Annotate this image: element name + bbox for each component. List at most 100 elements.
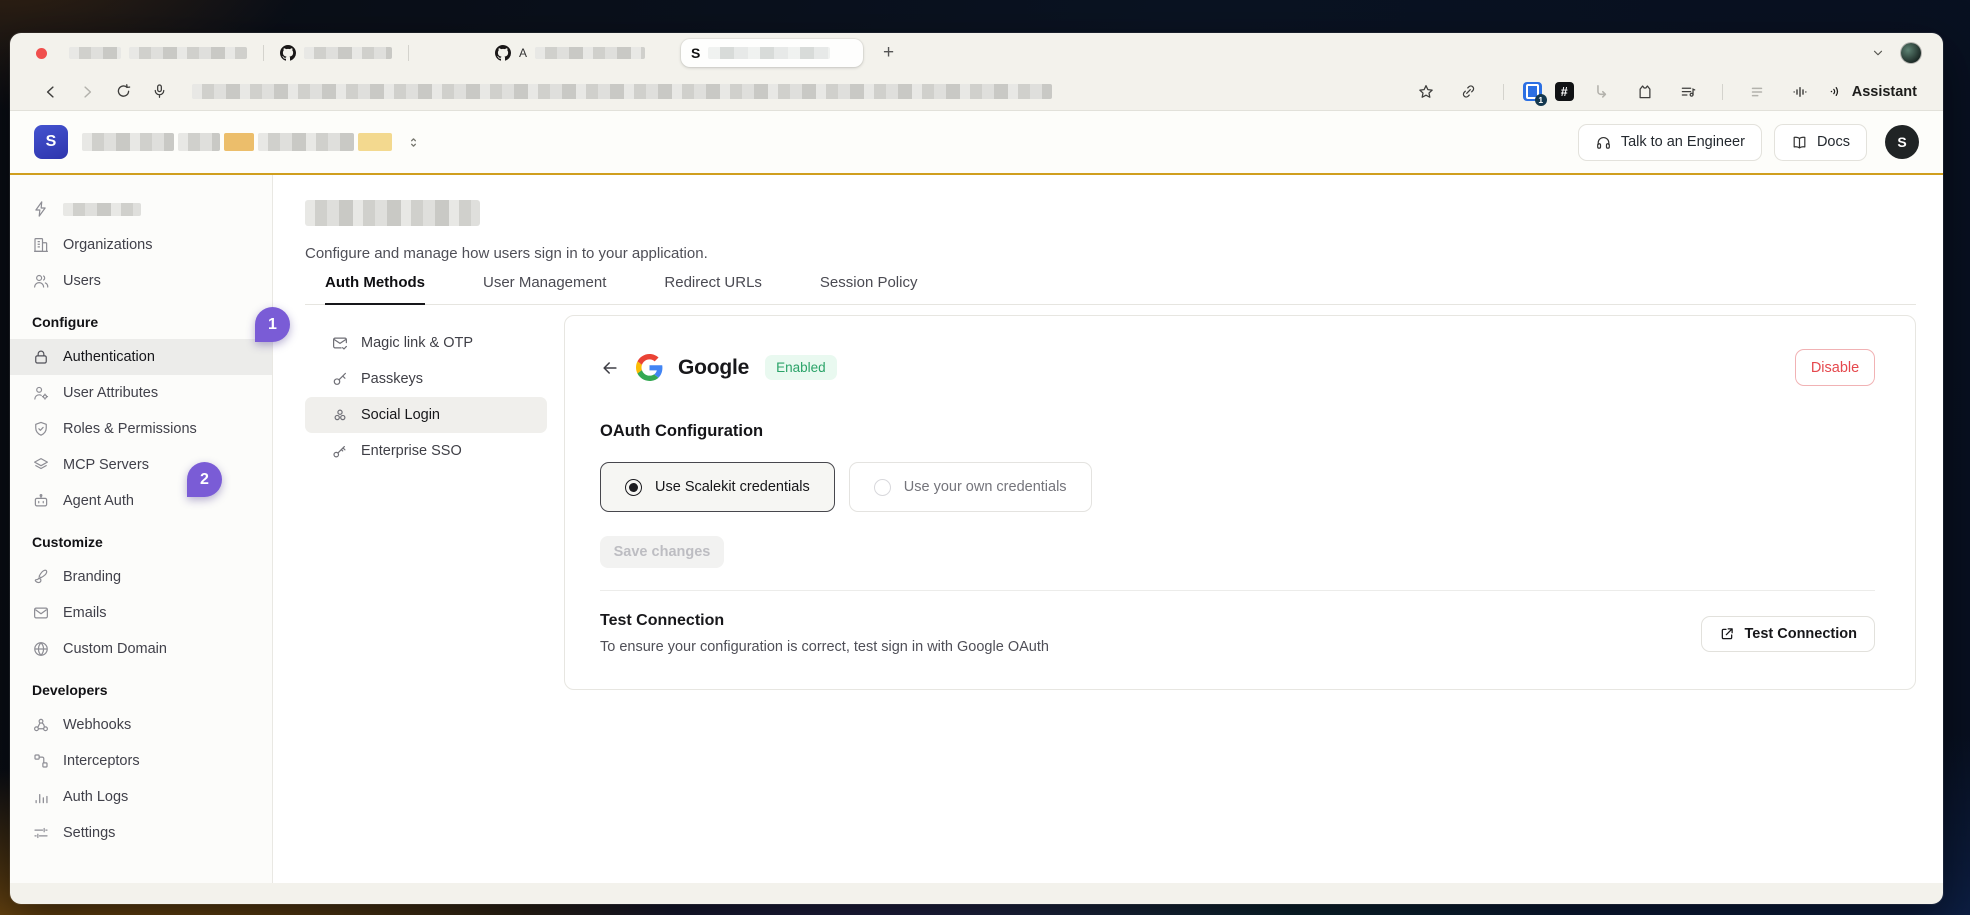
reload-icon[interactable] [108,78,138,106]
disable-button[interactable]: Disable [1795,349,1875,386]
radio-label: Use Scalekit credentials [655,479,810,495]
bar-chart-icon [32,788,50,806]
window-close-button[interactable] [36,48,47,59]
tab-auth-methods[interactable]: Auth Methods [325,274,425,305]
back-arrow-icon[interactable] [600,358,620,378]
copy-link-icon[interactable] [1454,78,1484,106]
sidebar-item-label: Emails [63,605,107,621]
subnav-item-social-login[interactable]: Social Login [305,397,547,433]
sidebar-item-settings[interactable]: Settings [10,815,272,851]
talk-to-engineer-button[interactable]: Talk to an Engineer [1578,124,1762,161]
radio-own-credentials[interactable]: Use your own credentials [849,462,1092,512]
browser-window: A S + [10,33,1943,904]
layers-icon [32,456,50,474]
toolbar-separator [1722,84,1723,100]
sidebar-item-users[interactable]: Users [10,263,272,299]
assistant-button[interactable]: Assistant [1828,83,1917,100]
workspace-switcher[interactable] [82,133,421,151]
chevron-down-icon[interactable] [1871,46,1885,60]
browser-tab-strip: A S + [10,33,1943,73]
external-link-icon [1719,626,1735,642]
user-avatar[interactable]: S [1885,125,1919,159]
subnav-label: Enterprise SSO [361,443,462,459]
password-extension-icon[interactable]: 1 [1523,82,1542,101]
sidebar-item-agent-auth[interactable]: Agent Auth [10,483,272,519]
subnav-item-passkeys[interactable]: Passkeys [305,361,547,397]
browser-tab-github-2[interactable]: A [485,39,655,67]
sidebar-item-organizations[interactable]: Organizations [10,227,272,263]
envelope-icon [32,604,50,622]
sliders-icon [32,824,50,842]
reader-list-icon[interactable] [1742,78,1772,106]
globe-icon [32,640,50,658]
sidebar-item-roles-permissions[interactable]: Roles & Permissions [10,411,272,447]
browser-tab-active[interactable]: S [681,39,863,67]
sidebar-item-label: Organizations [63,237,152,253]
tab-redirect-urls[interactable]: Redirect URLs [664,274,762,304]
github-icon [495,45,511,61]
microphone-icon[interactable] [144,78,174,106]
sidebar-item-branding[interactable]: Branding [10,559,272,595]
sidebar-item-redacted[interactable] [10,191,272,227]
subnav-label: Social Login [361,407,440,423]
subnav-item-magic-link-otp[interactable]: Magic link & OTP [305,325,547,361]
back-icon[interactable] [36,78,66,106]
redacted-org-highlight [358,133,392,151]
waveform-icon[interactable] [1785,78,1815,106]
test-connection-description: To ensure your configuration is correct,… [600,639,1049,655]
sidebar-item-label: Roles & Permissions [63,421,197,437]
sidebar-item-label: Interceptors [63,753,140,769]
sidebar-item-custom-domain[interactable]: Custom Domain [10,631,272,667]
forward-icon[interactable] [72,78,102,106]
sidebar-item-auth-logs[interactable]: Auth Logs [10,779,272,815]
profile-globe-avatar[interactable] [1901,43,1921,63]
redacted-url-bar[interactable] [192,84,1052,99]
redacted-org-name [178,133,220,151]
sidebar-item-user-attributes[interactable]: User Attributes [10,375,272,411]
app-logo[interactable]: S [34,125,68,159]
subnav-label: Passkeys [361,371,423,387]
docs-button[interactable]: Docs [1774,124,1867,161]
playlist-extension-icon[interactable] [1673,78,1703,106]
sidebar-item-emails[interactable]: Emails [10,595,272,631]
assistant-label: Assistant [1852,84,1917,100]
mail-check-icon [331,334,349,352]
browser-tab-github-1[interactable] [270,39,402,67]
redacted-org-highlight [224,133,254,151]
test-connection-button[interactable]: Test Connection [1701,616,1875,652]
redacted-org-name [258,133,354,151]
bookmark-star-icon[interactable] [1411,78,1441,106]
main-content: Configure and manage how users sign in t… [273,175,1943,883]
test-connection-heading: Test Connection [600,612,1049,630]
tab-session-policy[interactable]: Session Policy [820,274,918,304]
hash-extension-icon[interactable]: # [1555,82,1574,101]
section-divider [600,590,1875,591]
redacted-label [63,203,141,216]
sidebar-item-mcp-servers[interactable]: MCP Servers [10,447,272,483]
arrow-extension-icon[interactable] [1587,78,1617,106]
radio-selected-icon [625,479,642,496]
sidebar-item-label: Authentication [63,349,155,365]
headphones-icon [1595,134,1612,151]
radio-scalekit-credentials[interactable]: Use Scalekit credentials [600,462,835,512]
tab-favicon-letter: S [691,45,700,61]
sidebar-item-label: Agent Auth [63,493,134,509]
sidebar: Organizations Users Configure Authentica… [10,175,273,883]
subnav-label: Magic link & OTP [361,335,473,351]
redacted-org-name [82,133,174,151]
sidebar-item-authentication[interactable]: Authentication [10,339,272,375]
sidebar-item-label: Auth Logs [63,789,128,805]
extension-badge: 1 [1535,94,1547,106]
tab-separator [408,45,409,61]
tab-user-management[interactable]: User Management [483,274,606,304]
paintbrush-icon [32,568,50,586]
sidebar-item-interceptors[interactable]: Interceptors [10,743,272,779]
sidebar-item-webhooks[interactable]: Webhooks [10,707,272,743]
subnav-item-enterprise-sso[interactable]: Enterprise SSO [305,433,547,469]
new-tab-button[interactable]: + [877,42,900,64]
save-changes-button[interactable]: Save changes [600,536,724,568]
shape-extension-icon[interactable] [1630,78,1660,106]
browser-tab-1[interactable] [59,39,257,67]
page-tabs: Auth Methods User Management Redirect UR… [305,274,1916,305]
social-circles-icon [331,406,349,424]
